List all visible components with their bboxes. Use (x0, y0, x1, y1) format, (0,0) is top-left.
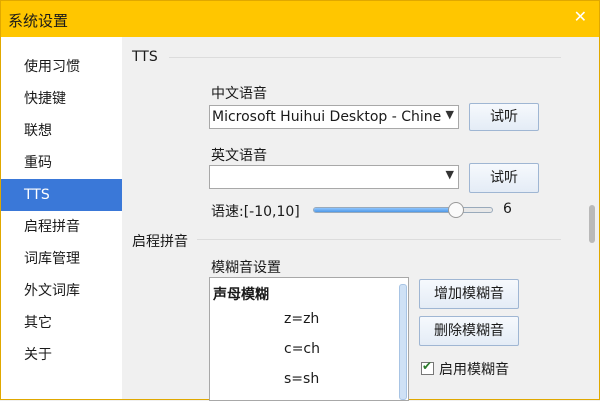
title-bar[interactable]: 系统设置 ✕ (1, 1, 599, 37)
settings-content: TTS 中文语音 Microsoft Huihui Desktop - Chin… (123, 37, 585, 401)
enable-fuzzy-label: 启用模糊音 (439, 362, 509, 378)
sidebar-item-tts[interactable]: TTS (1, 179, 122, 211)
scrollbar-thumb[interactable] (589, 205, 595, 243)
list-scrollbar[interactable] (399, 284, 407, 400)
window-title: 系统设置 (8, 12, 69, 30)
vertical-scrollbar[interactable] (585, 37, 599, 399)
close-icon[interactable]: ✕ (574, 7, 587, 26)
settings-window: 系统设置 ✕ 使用习惯 快捷键 联想 重码 TTS 启程拼音 词库管理 外文词库… (0, 0, 600, 401)
check-icon: ✔ (422, 359, 433, 373)
english-voice-select[interactable]: ▼ (209, 165, 459, 189)
sidebar-item-dictionary-management[interactable]: 词库管理 (1, 243, 122, 275)
fuzzy-settings-label: 模糊音设置 (211, 260, 281, 276)
sidebar-item-shortcuts[interactable]: 快捷键 (1, 83, 122, 115)
pinyin-section-title: 启程拼音 (132, 234, 188, 250)
list-heading: 声母模糊 (213, 287, 269, 303)
tts-section-title: TTS (132, 49, 158, 65)
speech-rate-slider[interactable] (313, 202, 493, 218)
speech-rate-label: 语速:[-10,10] (211, 204, 300, 220)
sidebar-item-association[interactable]: 联想 (1, 115, 122, 147)
section-divider (197, 239, 561, 240)
list-item[interactable]: z=zh (284, 311, 319, 327)
sidebar-item-about[interactable]: 关于 (1, 339, 122, 371)
list-item[interactable]: s=sh (284, 371, 319, 387)
add-fuzzy-button[interactable]: 增加模糊音 (419, 279, 519, 309)
remove-fuzzy-button[interactable]: 删除模糊音 (419, 316, 519, 346)
sidebar-item-usage-habits[interactable]: 使用习惯 (1, 51, 122, 83)
chinese-voice-label: 中文语音 (211, 86, 267, 102)
sidebar-item-qicheng-pinyin[interactable]: 启程拼音 (1, 211, 122, 243)
chinese-voice-value: Microsoft Huihui Desktop - Chinese (212, 109, 442, 125)
english-voice-test-button[interactable]: 试听 (469, 163, 539, 193)
list-item[interactable]: c=ch (284, 341, 320, 357)
sidebar-item-other[interactable]: 其它 (1, 307, 122, 339)
sidebar-item-foreign-dictionary[interactable]: 外文词库 (1, 275, 122, 307)
english-voice-label: 英文语音 (211, 148, 267, 164)
sidebar: 使用习惯 快捷键 联想 重码 TTS 启程拼音 词库管理 外文词库 其它 关于 (1, 37, 122, 399)
chinese-voice-test-button[interactable]: 试听 (469, 103, 539, 131)
slider-fill (314, 208, 457, 212)
chinese-voice-select[interactable]: Microsoft Huihui Desktop - Chinese ▼ (209, 105, 459, 129)
sidebar-item-duplicate-codes[interactable]: 重码 (1, 147, 122, 179)
fuzzy-list[interactable]: 声母模糊 z=zh c=ch s=sh (209, 277, 409, 401)
chevron-down-icon: ▼ (445, 168, 454, 181)
slider-thumb[interactable] (448, 202, 465, 218)
speech-rate-value: 6 (503, 201, 512, 217)
chevron-down-icon: ▼ (445, 108, 454, 121)
enable-fuzzy-checkbox[interactable]: ✔ (421, 359, 434, 375)
section-divider (169, 57, 561, 58)
